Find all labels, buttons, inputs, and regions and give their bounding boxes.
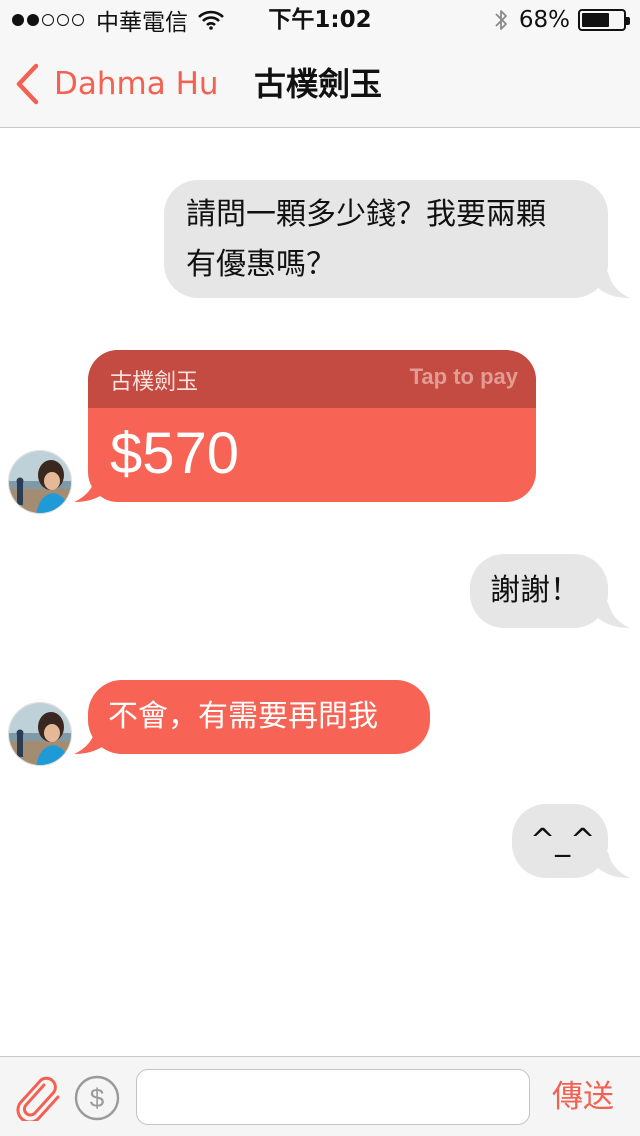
tap-to-pay-button[interactable]: Tap to pay	[410, 364, 518, 390]
bubble-tail	[596, 602, 630, 628]
send-button[interactable]: 傳送	[552, 1069, 614, 1125]
input-bar: $ 傳送	[0, 1056, 640, 1136]
message-text-line: 有優惠嗎？	[186, 247, 336, 282]
bluetooth-icon	[495, 10, 507, 30]
bubble-tail	[74, 728, 108, 754]
back-label: Dahma Hu	[54, 66, 219, 102]
battery-icon	[578, 9, 630, 31]
svg-text:$: $	[90, 1083, 105, 1113]
payment-amount: $570	[110, 421, 240, 486]
avatar-photo	[9, 703, 71, 765]
avatar-photo	[9, 451, 71, 513]
dollar-icon[interactable]: $	[74, 1075, 120, 1121]
payment-card[interactable]: 古樸劍玉 Tap to pay $570	[88, 350, 536, 502]
message-bubble-outgoing: 請問一顆多少錢？我要兩顆 有優惠嗎？	[164, 180, 608, 298]
chevron-left-icon	[16, 63, 39, 105]
avatar[interactable]	[8, 702, 72, 766]
battery-tip	[626, 17, 630, 25]
message-bubble-incoming: 不會，有需要再問我	[88, 680, 430, 754]
bubble-tail	[74, 476, 108, 502]
back-button[interactable]: Dahma Hu	[14, 60, 219, 108]
message-input[interactable]	[136, 1069, 530, 1125]
page-title: 古樸劍玉	[254, 65, 383, 103]
message-text: 不會，有需要再問我	[108, 699, 378, 734]
message-text-line: 請問一顆多少錢？我要兩顆	[186, 197, 546, 232]
avatar[interactable]	[8, 450, 72, 514]
battery-percent: 68%	[518, 7, 570, 33]
message-bubble-outgoing: 謝謝！	[470, 554, 608, 628]
message-bubble-outgoing: ^_^	[512, 804, 608, 878]
battery-level	[582, 13, 610, 27]
paperclip-icon[interactable]	[14, 1075, 62, 1121]
status-bar: 中華電信 下午1:02 68%	[0, 0, 640, 40]
status-right: 68%	[493, 6, 630, 34]
nav-bar: Dahma Hu 古樸劍玉	[0, 40, 640, 128]
payment-card-header: 古樸劍玉 Tap to pay	[88, 350, 536, 408]
bubble-tail	[596, 272, 630, 298]
bubble-tail	[596, 852, 630, 878]
payment-item-name: 古樸劍玉	[110, 370, 199, 395]
message-text: 謝謝！	[490, 573, 580, 608]
